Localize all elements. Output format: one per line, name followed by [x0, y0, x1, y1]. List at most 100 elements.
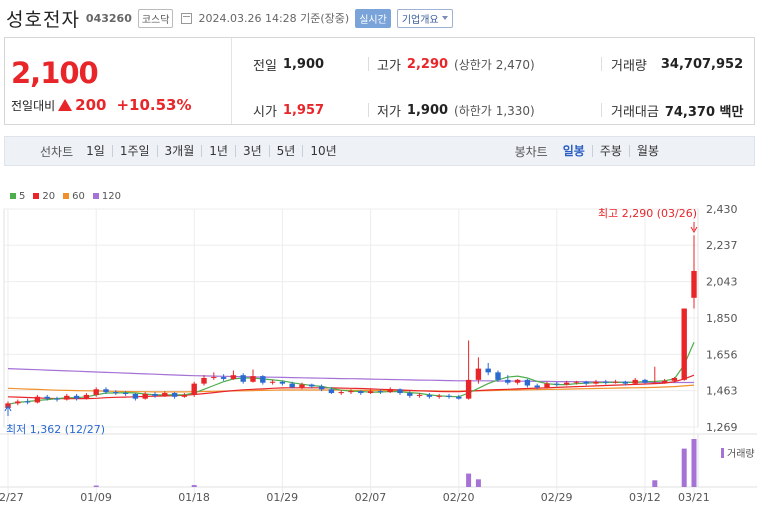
period-1w[interactable]: 1주일 — [111, 145, 157, 157]
candle-body — [348, 391, 354, 393]
company-info-dropdown[interactable]: 기업개요 — [396, 8, 453, 28]
candle-body — [691, 270, 697, 298]
candle-body — [446, 395, 452, 397]
candle-body — [426, 394, 433, 397]
candle-body — [632, 379, 638, 384]
stock-header: 성호전자 043260 코스닥 2024.03.26 14:28 기준(장중) … — [0, 0, 757, 36]
realtime-button[interactable]: 실시간 — [355, 8, 391, 28]
candle-body — [544, 383, 550, 388]
candle-body — [387, 389, 393, 393]
candle-body — [495, 372, 501, 380]
candle-body — [534, 385, 540, 388]
company-info-label: 기업개요 — [401, 14, 439, 26]
candle-body — [652, 382, 658, 384]
volume-bar — [681, 448, 687, 487]
candle-body — [54, 398, 60, 400]
candle-body — [475, 368, 482, 380]
stat-value: 2,290 — [406, 56, 449, 72]
x-tick-label: 01/09 — [80, 491, 112, 504]
candle-body — [260, 376, 266, 383]
y-tick-label: 1,463 — [706, 385, 738, 398]
period-daily[interactable]: 일봉 — [556, 145, 592, 157]
divider — [601, 57, 602, 71]
x-tick-label: 01/29 — [266, 491, 298, 504]
change-rate: +10.53% — [116, 96, 192, 114]
candle-body — [309, 384, 315, 387]
candle-body — [279, 381, 286, 384]
candle-body — [416, 394, 423, 396]
candle-body — [171, 393, 178, 397]
volume-legend-swatch — [721, 448, 724, 458]
moving-average-ma5 — [7, 342, 695, 405]
period-5y[interactable]: 5년 — [268, 145, 303, 157]
y-tick-label: 2,043 — [706, 276, 738, 289]
candle-body — [407, 393, 413, 396]
candle-body — [93, 389, 99, 395]
candle-body — [230, 375, 237, 379]
change-label: 전일대비 — [11, 98, 56, 113]
stats-grid: 전일 1,900 고가 2,290 (상한가 2,470) 거래량 34,707… — [233, 38, 754, 124]
lower-limit: (하한가 1,330) — [454, 102, 535, 119]
max-annotation: 최고 2,290 (03/26) — [598, 207, 697, 220]
stat-high: 고가 2,290 (상한가 2,470) — [377, 52, 535, 76]
stat-value: 1,900 — [406, 102, 449, 118]
calendar-icon — [181, 12, 193, 24]
current-price: 2,100 — [11, 56, 99, 90]
stat-label: 거래대금 — [611, 104, 659, 120]
candle-body — [250, 376, 256, 382]
x-tick-label: 01/18 — [178, 491, 210, 504]
candle-body — [485, 368, 491, 373]
stat-volume: 거래량 34,707,952 — [611, 52, 743, 76]
period-10y[interactable]: 10년 — [302, 145, 343, 157]
period-weekly[interactable]: 주봉 — [591, 145, 629, 157]
chevron-down-icon — [441, 16, 448, 20]
candle-body — [603, 381, 609, 383]
volume-bar — [93, 485, 99, 487]
candle-body — [671, 377, 678, 381]
volume-bar — [652, 480, 658, 487]
candle-body — [113, 392, 119, 394]
stat-open: 시가 1,957 — [253, 98, 324, 122]
stat-label: 고가 — [377, 58, 401, 74]
candle-body — [593, 381, 599, 384]
candle-body — [583, 381, 589, 384]
candle-body — [514, 379, 521, 383]
candle-body — [524, 379, 531, 386]
period-1d[interactable]: 1일 — [79, 145, 112, 157]
candle-body — [436, 395, 442, 397]
period-3y[interactable]: 3년 — [234, 145, 269, 157]
current-price-panel: 2,100 전일대비 200 +10.53% — [5, 38, 232, 124]
candle-body — [142, 393, 148, 399]
stat-value: 1,957 — [282, 102, 325, 118]
candle-body — [642, 379, 648, 383]
candle-body — [152, 393, 158, 396]
upper-limit: (상한가 2,470) — [454, 56, 535, 73]
candle-body — [240, 375, 246, 382]
amount-unit: 백만 — [719, 104, 744, 120]
candle-body — [64, 395, 70, 400]
candlestick-chart[interactable]: 2,430 2,237 2,043 1,850 1,656 1,463 1,269 12/27… — [0, 180, 757, 509]
stat-amount: 거래대금 74,370 백만 — [611, 98, 743, 122]
candle-body — [573, 381, 580, 383]
stat-label: 거래량 — [611, 58, 647, 74]
price-change: 전일대비 200 +10.53% — [11, 96, 192, 114]
stat-label: 전일 — [253, 58, 277, 74]
candle-body — [220, 377, 227, 379]
up-arrow-icon — [58, 99, 73, 111]
y-tick-label: 2,430 — [706, 203, 738, 216]
divider — [368, 57, 369, 71]
min-annotation: 최저 1,362 (12/27) — [6, 423, 105, 436]
candle-body — [367, 391, 374, 394]
candle-body — [83, 394, 90, 399]
line-chart-label: 선차트 — [40, 144, 74, 159]
candle-chart-label: 봉차트 — [514, 144, 548, 159]
candle-body — [505, 379, 511, 383]
period-monthly[interactable]: 월봉 — [628, 145, 666, 157]
period-3m[interactable]: 3개월 — [156, 145, 202, 157]
candle-body — [661, 380, 668, 383]
y-tick-label: 1,850 — [706, 312, 738, 325]
candle-body — [358, 391, 364, 394]
candle-body — [612, 381, 619, 383]
period-1y[interactable]: 1년 — [201, 145, 235, 157]
x-tick-label: 12/27 — [0, 491, 24, 504]
